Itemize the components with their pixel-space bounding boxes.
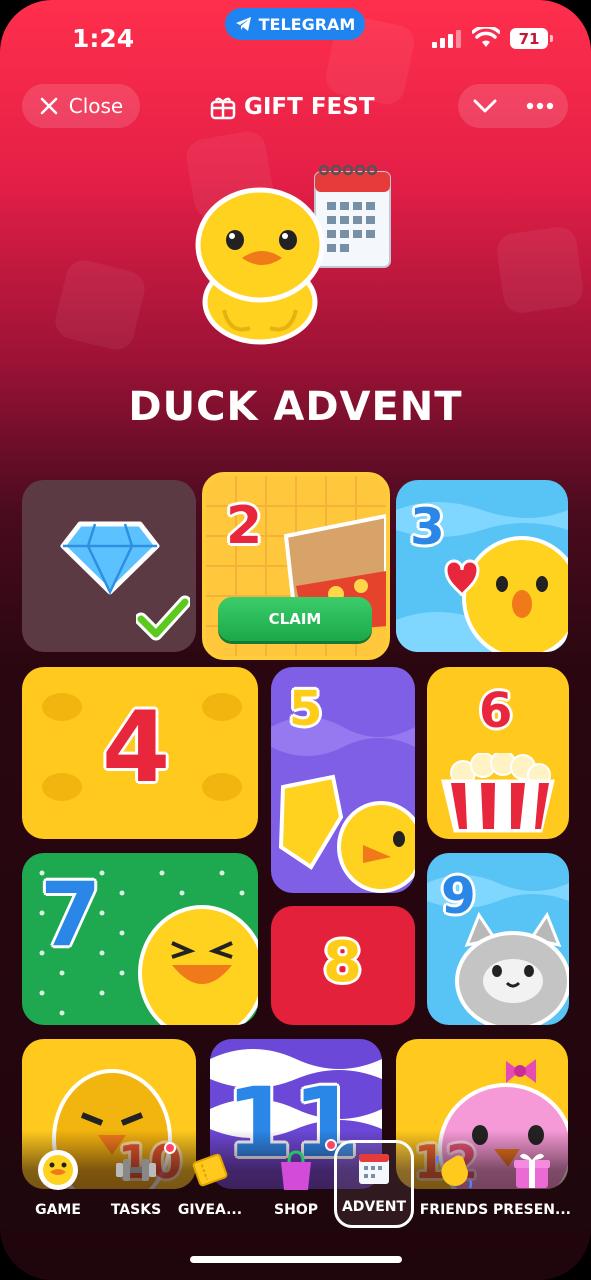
advent-tile-9[interactable]: 9	[427, 853, 569, 1025]
close-button[interactable]: Close	[22, 84, 140, 128]
signal-icon	[432, 30, 461, 48]
more-options-icon[interactable]	[526, 102, 554, 110]
tile-day-number: 5	[289, 681, 323, 737]
nav-label: ADVENT	[341, 1199, 407, 1215]
home-indicator[interactable]	[190, 1256, 402, 1263]
app-title-text: GIFT FEST	[244, 94, 375, 120]
advent-tile-7[interactable]: 7	[22, 853, 258, 1025]
menu-button-group	[458, 84, 568, 128]
tile-day-number: 2	[226, 496, 263, 556]
nav-item-shop[interactable]: SHOP	[256, 1140, 336, 1228]
diamond-icon	[60, 521, 160, 595]
page-title: DUCK ADVENT	[128, 384, 463, 430]
notification-dot	[325, 1139, 337, 1151]
wifi-icon	[472, 27, 500, 47]
gift-box-icon	[510, 1148, 554, 1192]
claim-button[interactable]: CLAIM	[218, 597, 372, 641]
tile-day-number: 9	[441, 867, 476, 925]
advent-tile-6[interactable]: 6	[427, 667, 569, 839]
duck-face-icon	[36, 1148, 80, 1192]
advent-tile-3[interactable]: 3	[396, 480, 568, 652]
battery-indicator: 71	[510, 28, 553, 49]
waving-hand-icon	[432, 1148, 476, 1192]
close-label: Close	[68, 94, 124, 118]
nav-label: GAME	[35, 1202, 81, 1218]
app-screen: 1:24 TELEGRAM 71 Close GIFT FEST DUCK AD…	[0, 0, 591, 1280]
popcorn-icon	[441, 753, 555, 833]
gift-icon	[210, 97, 236, 120]
calendar-icon	[314, 164, 391, 268]
telegram-label: TELEGRAM	[258, 14, 356, 34]
status-bar: 1:24 TELEGRAM 71	[0, 0, 591, 80]
duck-calendar-illustration	[195, 164, 391, 345]
duck-icon	[195, 187, 325, 345]
nav-item-giveaways[interactable]: GIVEA...	[170, 1140, 250, 1228]
bg-calendar-shape	[494, 224, 586, 316]
advent-tile-5[interactable]: 5	[271, 667, 415, 893]
advent-tile-4[interactable]: 4	[22, 667, 258, 839]
close-icon	[40, 97, 58, 115]
tile-day-number: 8	[323, 930, 362, 995]
tile-day-number: 3	[410, 498, 445, 556]
advent-tile-1[interactable]	[22, 480, 196, 652]
nav-label: TASKS	[110, 1202, 162, 1218]
nav-label: GIVEA...	[177, 1202, 243, 1218]
ticket-icon	[188, 1148, 232, 1192]
advent-tile-8[interactable]: 8	[271, 906, 415, 1025]
tile-day-number: 4	[102, 691, 171, 805]
calendar-icon	[352, 1145, 396, 1189]
nav-item-tasks[interactable]: TASKS	[96, 1140, 176, 1228]
nav-item-game[interactable]: GAME	[18, 1140, 98, 1228]
telegram-icon	[235, 17, 251, 31]
shopping-bag-icon	[274, 1148, 318, 1192]
app-title: GIFT FEST	[210, 90, 375, 124]
nav-item-friends[interactable]: FRIENDS	[414, 1140, 494, 1228]
status-time: 1:24	[72, 24, 135, 53]
battery-level: 71	[518, 29, 540, 48]
tile-day-number: 7	[40, 863, 102, 966]
bg-calendar-shape	[51, 256, 149, 354]
check-icon	[136, 595, 190, 641]
telegram-pill[interactable]: TELEGRAM	[225, 8, 365, 40]
nav-label: FRIENDS	[419, 1202, 489, 1218]
nav-item-advent[interactable]: ADVENT	[325, 1139, 414, 1228]
tile-day-number: 6	[479, 683, 513, 739]
nav-label: SHOP	[274, 1202, 318, 1218]
dumbbell-icon	[114, 1148, 158, 1192]
chevron-down-icon[interactable]	[472, 97, 498, 115]
nav-label: PRESEN...	[493, 1202, 571, 1218]
bottom-nav: GAME TASKS GIVEA... SHOP ADVENT FRIENDS …	[0, 1130, 591, 1230]
nav-item-presents[interactable]: PRESEN...	[492, 1140, 572, 1228]
